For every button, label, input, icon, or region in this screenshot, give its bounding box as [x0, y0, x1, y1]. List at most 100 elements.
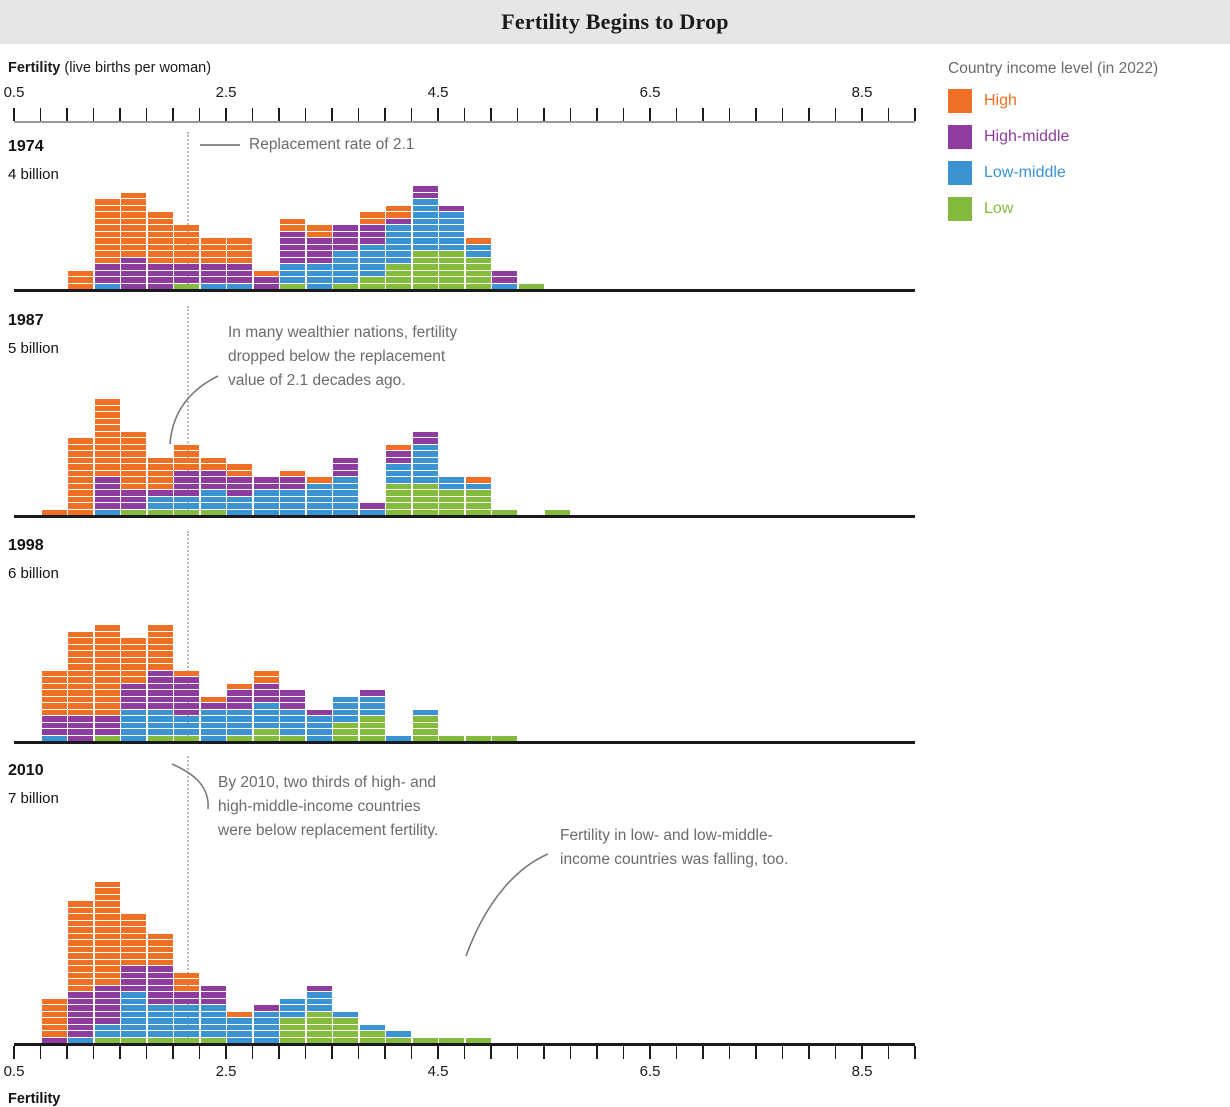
bar-unit-block — [439, 264, 464, 270]
histogram-bar[interactable] — [333, 696, 358, 741]
bar-unit-block — [253, 1011, 279, 1017]
histogram-bar[interactable] — [412, 709, 438, 741]
bar-unit-block — [253, 483, 279, 489]
bar-unit-block — [121, 966, 146, 972]
bar-unit-block — [174, 270, 199, 276]
histogram-bar[interactable] — [280, 998, 305, 1043]
bar-unit-block — [200, 238, 226, 244]
histogram-bar[interactable] — [94, 624, 120, 741]
histogram-bar[interactable] — [121, 913, 146, 1043]
histogram-bar[interactable] — [200, 696, 226, 741]
histogram-bar[interactable] — [147, 624, 173, 741]
histogram-bar[interactable] — [147, 933, 173, 1043]
bar-unit-block — [94, 651, 120, 657]
bar-unit-block — [465, 270, 491, 276]
histogram-bar[interactable] — [359, 502, 385, 515]
histogram-bar[interactable] — [174, 224, 199, 289]
histogram-bar[interactable] — [227, 1011, 252, 1043]
histogram-bar[interactable] — [465, 237, 491, 289]
histogram-bar[interactable] — [174, 972, 199, 1043]
bar-unit-block — [68, 985, 93, 991]
bar-unit-block — [412, 277, 438, 283]
histogram-bar[interactable] — [333, 224, 358, 289]
histogram-bar[interactable] — [121, 192, 146, 289]
bar-unit-block — [174, 972, 199, 978]
histogram-bar[interactable] — [227, 463, 252, 515]
bar-unit-block — [94, 670, 120, 676]
histogram-bar[interactable] — [227, 237, 252, 289]
bar-unit-block — [68, 657, 93, 663]
histogram-bar[interactable] — [386, 1030, 411, 1043]
histogram-bar[interactable] — [68, 900, 93, 1043]
histogram-bar[interactable] — [306, 476, 332, 515]
histogram-bar[interactable] — [200, 985, 226, 1043]
histogram-bar[interactable] — [41, 998, 67, 1043]
bar-unit-block — [333, 722, 358, 728]
bar-unit-block — [94, 238, 120, 244]
histogram-bar[interactable] — [68, 437, 93, 515]
histogram-bar[interactable] — [68, 631, 93, 741]
bar-unit-block — [147, 225, 173, 231]
histogram-bar[interactable] — [306, 985, 332, 1043]
bar-unit-block — [147, 1024, 173, 1030]
histogram-bar[interactable] — [306, 709, 332, 741]
legend-item-low-middle[interactable]: Low-middle — [948, 161, 1228, 185]
histogram-bar[interactable] — [121, 637, 146, 741]
histogram-bar[interactable] — [200, 237, 226, 289]
legend-item-high[interactable]: High — [948, 89, 1228, 113]
bar-unit-block — [200, 696, 226, 702]
histogram-bar[interactable] — [253, 1004, 279, 1043]
bar-unit-block — [94, 444, 120, 450]
histogram-bar[interactable] — [253, 270, 279, 289]
bar-unit-block — [174, 1031, 199, 1037]
histogram-bar[interactable] — [68, 270, 93, 289]
bar-unit-block — [280, 257, 305, 263]
histogram-bar[interactable] — [121, 431, 146, 515]
histogram-bar[interactable] — [359, 211, 385, 289]
histogram-bar[interactable] — [253, 476, 279, 515]
histogram-bar[interactable] — [280, 470, 305, 515]
histogram-bar[interactable] — [200, 457, 226, 515]
bar-unit-block — [200, 470, 226, 476]
bar-unit-block — [94, 716, 120, 722]
bar-unit-block — [333, 490, 358, 496]
histogram-bar[interactable] — [439, 205, 464, 289]
histogram-bar[interactable] — [359, 1024, 385, 1043]
bar-unit-block — [41, 690, 67, 696]
histogram-bar[interactable] — [94, 881, 120, 1043]
histogram-bar[interactable] — [253, 670, 279, 741]
histogram-bar[interactable] — [147, 211, 173, 289]
bar-unit-block — [121, 722, 146, 728]
bar-unit-block — [147, 264, 173, 270]
histogram-bar[interactable] — [492, 270, 517, 289]
bar-unit-block — [333, 496, 358, 502]
histogram-bar[interactable] — [306, 224, 332, 289]
histogram-bar[interactable] — [386, 205, 411, 289]
histogram-bar[interactable] — [280, 218, 305, 289]
histogram-bar[interactable] — [174, 444, 199, 515]
histogram-bar[interactable] — [147, 457, 173, 515]
histogram-bar[interactable] — [94, 198, 120, 289]
histogram-bar[interactable] — [386, 444, 411, 515]
histogram-bar[interactable] — [359, 689, 385, 741]
histogram-bar[interactable] — [333, 1011, 358, 1043]
histogram-bar[interactable] — [280, 689, 305, 741]
axis-tick — [357, 1046, 360, 1059]
legend-item-low[interactable]: Low — [948, 197, 1228, 221]
histogram-bar[interactable] — [412, 431, 438, 515]
histogram-bar[interactable] — [94, 398, 120, 515]
histogram-bar[interactable] — [333, 457, 358, 515]
histogram-bar[interactable] — [439, 476, 464, 515]
histogram-bar[interactable] — [227, 683, 252, 741]
histogram-bar[interactable] — [174, 670, 199, 741]
bar-unit-block — [94, 625, 120, 631]
legend-item-high-middle[interactable]: High-middle — [948, 125, 1228, 149]
bar-unit-block — [200, 1024, 226, 1030]
histogram-bar[interactable] — [465, 476, 491, 515]
histogram-bar[interactable] — [41, 670, 67, 741]
bar-unit-block — [94, 425, 120, 431]
bar-unit-block — [200, 264, 226, 270]
bar-unit-block — [280, 264, 305, 270]
bar-unit-block — [147, 490, 173, 496]
histogram-bar[interactable] — [412, 185, 438, 289]
